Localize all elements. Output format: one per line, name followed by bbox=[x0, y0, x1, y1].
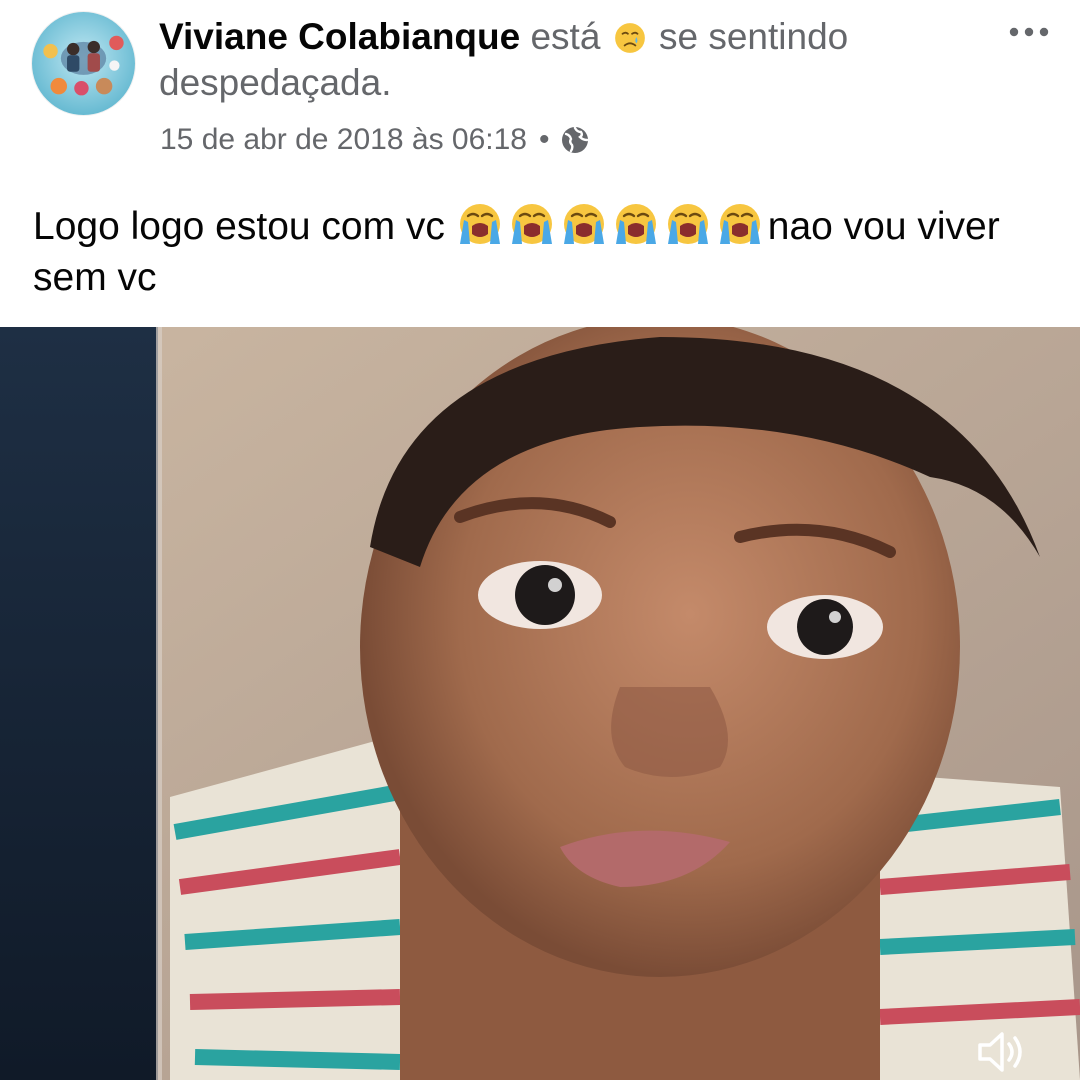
post-timestamp[interactable]: 15 de abr de 2018 às 06:18 bbox=[160, 120, 527, 160]
video-frame bbox=[0, 327, 1080, 1080]
loudly-crying-face-icon bbox=[664, 202, 712, 248]
avatar[interactable] bbox=[32, 12, 135, 115]
post-text-start: Logo logo estou com vc bbox=[33, 205, 456, 248]
emoji-row bbox=[456, 202, 768, 248]
face-with-tear-icon bbox=[613, 21, 647, 55]
post-message: Logo logo estou com vc nao vou viver sem… bbox=[33, 201, 1058, 303]
more-horizontal-icon bbox=[1009, 27, 1049, 37]
loudly-crying-face-icon bbox=[560, 202, 608, 248]
post-card: Viviane Colabianque está se sentindo des… bbox=[0, 0, 1080, 1080]
author-name[interactable]: Viviane Colabianque bbox=[159, 16, 520, 57]
volume-button[interactable] bbox=[976, 1028, 1028, 1076]
loudly-crying-face-icon bbox=[456, 202, 504, 248]
volume-icon bbox=[978, 1032, 1022, 1072]
post-video[interactable] bbox=[0, 327, 1080, 1080]
more-options-button[interactable] bbox=[1004, 18, 1054, 46]
globe-icon[interactable] bbox=[560, 125, 590, 155]
feeling-prefix: está bbox=[530, 16, 601, 57]
meta-separator: • bbox=[538, 123, 550, 156]
post-header: Viviane Colabianque está se sentindo des… bbox=[159, 14, 969, 106]
loudly-crying-face-icon bbox=[508, 202, 556, 248]
loudly-crying-face-icon bbox=[716, 202, 764, 248]
post-meta: 15 de abr de 2018 às 06:18 • bbox=[160, 120, 590, 160]
loudly-crying-face-icon bbox=[612, 202, 660, 248]
avatar-image bbox=[32, 12, 135, 115]
